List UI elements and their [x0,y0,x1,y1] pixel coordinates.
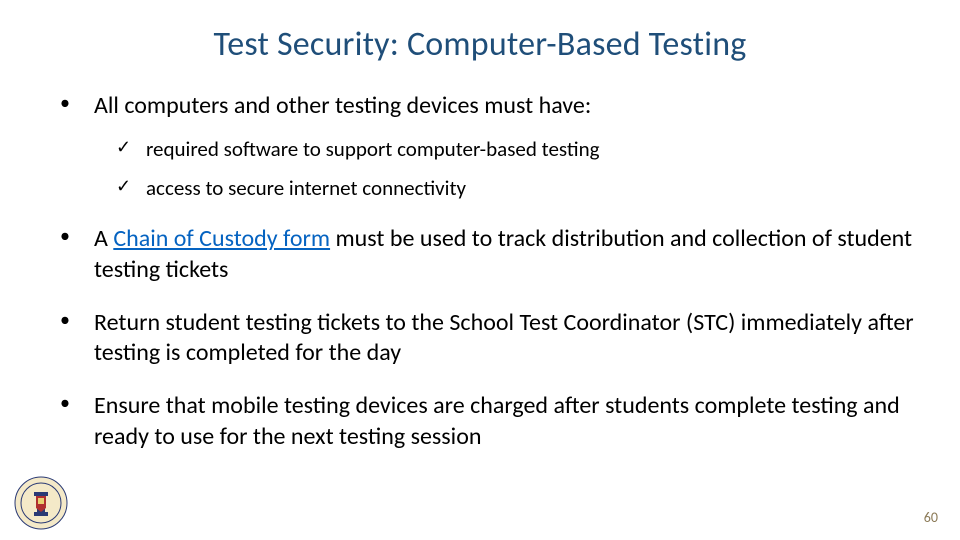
bullet-item: Ensure that mobile testing devices are c… [46,391,914,452]
nj-doe-seal-icon [14,476,68,530]
sub-item: access to secure internet connectivity [116,175,914,202]
chain-of-custody-link[interactable]: Chain of Custody form [113,224,330,253]
slide-title: Test Security: Computer-Based Testing [40,24,920,65]
bullet-item: A Chain of Custody form must be used to … [46,224,914,285]
bullet-list: All computers and other testing devices … [40,91,920,453]
sub-item: required software to support computer-ba… [116,136,914,163]
sub-text: required software to support computer-ba… [146,136,600,162]
page-number: 60 [924,509,938,526]
bullet-item: Return student testing tickets to the Sc… [46,308,914,369]
bullet-text: Return student testing tickets to the Sc… [94,308,914,368]
sub-list: required software to support computer-ba… [94,136,914,203]
bullet-item: All computers and other testing devices … [46,91,914,202]
bullet-text: Ensure that mobile testing devices are c… [94,391,900,451]
bullet-prefix: A [94,224,113,253]
sub-text: access to secure internet connectivity [146,175,466,201]
slide: Test Security: Computer-Based Testing Al… [0,0,960,540]
bullet-text: All computers and other testing devices … [94,91,591,120]
